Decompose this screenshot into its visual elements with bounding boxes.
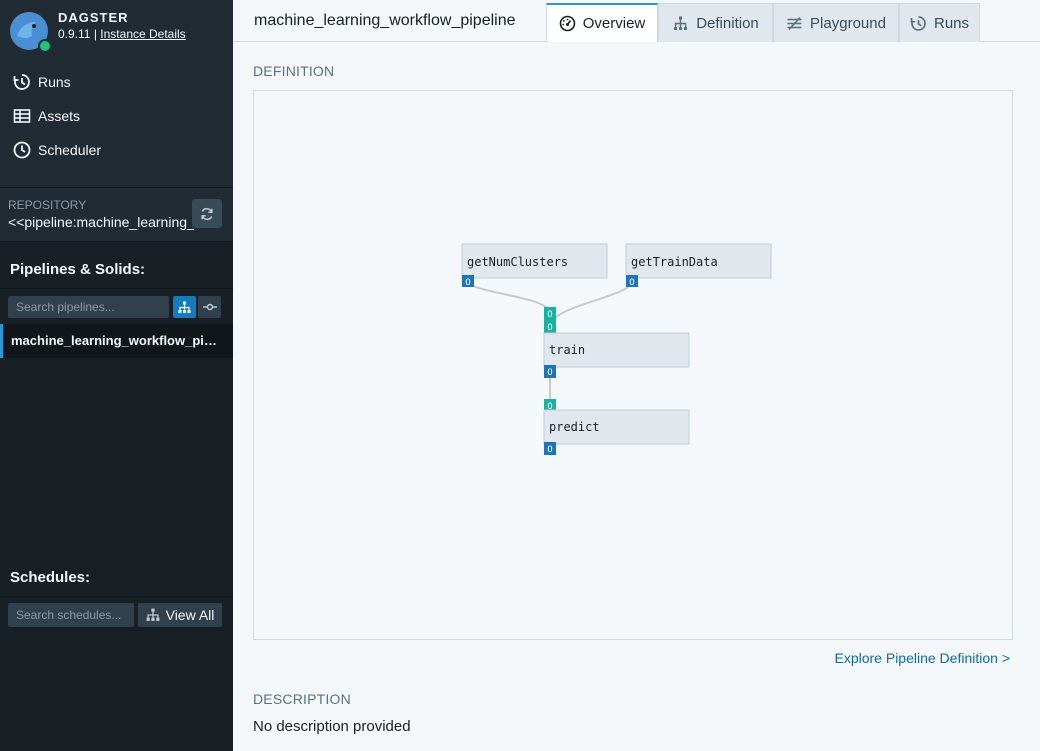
sidebar: DAGSTER 0.9.11 | Instance Details Runs A…: [0, 0, 233, 751]
pipeline-graph[interactable]: getNumClusters O getTrainData O O O trai…: [253, 90, 1013, 640]
pipeline-dag: getNumClusters O getTrainData O O O trai…: [461, 243, 772, 455]
primary-nav: Runs Assets Scheduler: [0, 58, 233, 187]
nav-scheduler-label: Scheduler: [38, 142, 102, 158]
solid-node[interactable]: getTrainData O: [625, 243, 772, 288]
tab-definition[interactable]: Definition: [658, 3, 773, 42]
description-heading: DESCRIPTION: [253, 691, 351, 707]
tab-definition-label: Definition: [696, 14, 759, 32]
brand-header: DAGSTER 0.9.11 | Instance Details: [0, 0, 233, 58]
tab-runs-label: Runs: [933, 14, 970, 32]
history-icon: [13, 74, 30, 90]
pipelines-title: Pipelines & Solids:: [10, 261, 146, 278]
reload-repository-button[interactable]: [192, 199, 222, 228]
divider: [0, 241, 233, 242]
diagram-tree-icon: [178, 301, 191, 313]
solid-node[interactable]: O O train O: [543, 307, 690, 378]
tab-overview-label: Overview: [582, 15, 646, 32]
solid-name: predict: [549, 420, 600, 434]
solid-name: getNumClusters: [467, 255, 568, 269]
definition-heading: DEFINITION: [253, 63, 335, 79]
nav-runs[interactable]: Runs: [13, 72, 71, 92]
solid-name: getTrainData: [631, 255, 718, 269]
view-all-schedules-button[interactable]: View All: [138, 603, 222, 627]
solid-node[interactable]: getNumClusters O: [461, 243, 608, 288]
divider: [0, 288, 233, 289]
tab-overview[interactable]: Overview: [546, 3, 658, 42]
th-table-icon: [13, 109, 31, 123]
search-schedules-input[interactable]: Search schedules...: [8, 603, 134, 627]
search-pipelines-input[interactable]: Search pipelines...: [8, 296, 169, 318]
port-label: O: [629, 278, 634, 288]
pipeline-list-item[interactable]: machine_learning_workflow_pipeline: [0, 324, 233, 358]
divider: [0, 596, 233, 597]
history-icon: [910, 15, 926, 31]
diagram-tree-icon: [146, 608, 160, 621]
view-all-label: View All: [165, 607, 215, 623]
dagster-logo: [10, 12, 50, 52]
graph-view-toggle[interactable]: [173, 296, 196, 318]
git-commit-icon: [202, 303, 217, 311]
edge-getnumclusters-train: [467, 280, 551, 314]
tab-playground-label: Playground: [810, 14, 886, 32]
solid-node[interactable]: O predict O: [543, 399, 690, 455]
settings-icon: [787, 16, 802, 30]
port-label: O: [547, 323, 552, 333]
tab-runs[interactable]: Runs: [899, 3, 980, 42]
nav-assets[interactable]: Assets: [13, 106, 80, 126]
port-label: O: [465, 278, 470, 288]
nav-runs-label: Runs: [38, 74, 71, 90]
pipeline-name: machine_learning_workflow_pipeline: [11, 333, 223, 348]
dashboard-icon: [559, 15, 576, 32]
repository-label: REPOSITORY: [8, 198, 87, 212]
description-text: No description provided: [253, 718, 411, 735]
diagram-tree-icon: [674, 16, 688, 30]
instance-details-link[interactable]: Instance Details: [100, 27, 185, 41]
solids-view-toggle[interactable]: [198, 296, 221, 318]
brand-title: DAGSTER: [58, 10, 129, 25]
repository-name: <<pipeline:machine_learning_workflow_pip…: [8, 214, 194, 230]
nav-assets-label: Assets: [38, 108, 81, 124]
time-icon: [13, 141, 31, 159]
port-label: O: [547, 368, 552, 378]
tab-playground[interactable]: Playground: [773, 3, 899, 42]
version-separator: |: [93, 27, 97, 41]
refresh-icon: [201, 207, 213, 220]
explore-pipeline-link[interactable]: Explore Pipeline Definition >: [835, 650, 1011, 666]
solid-name: train: [549, 343, 585, 357]
version-number: 0.9.11: [58, 27, 91, 41]
brand-version-line: 0.9.11 | Instance Details: [58, 27, 186, 41]
edge-gettraindata-train: [549, 280, 633, 328]
nav-scheduler[interactable]: Scheduler: [13, 140, 101, 160]
schedules-title: Schedules:: [10, 569, 91, 586]
port-label: O: [547, 310, 552, 320]
port-label: O: [547, 445, 552, 455]
page-title: machine_learning_workflow_pipeline: [254, 12, 516, 29]
